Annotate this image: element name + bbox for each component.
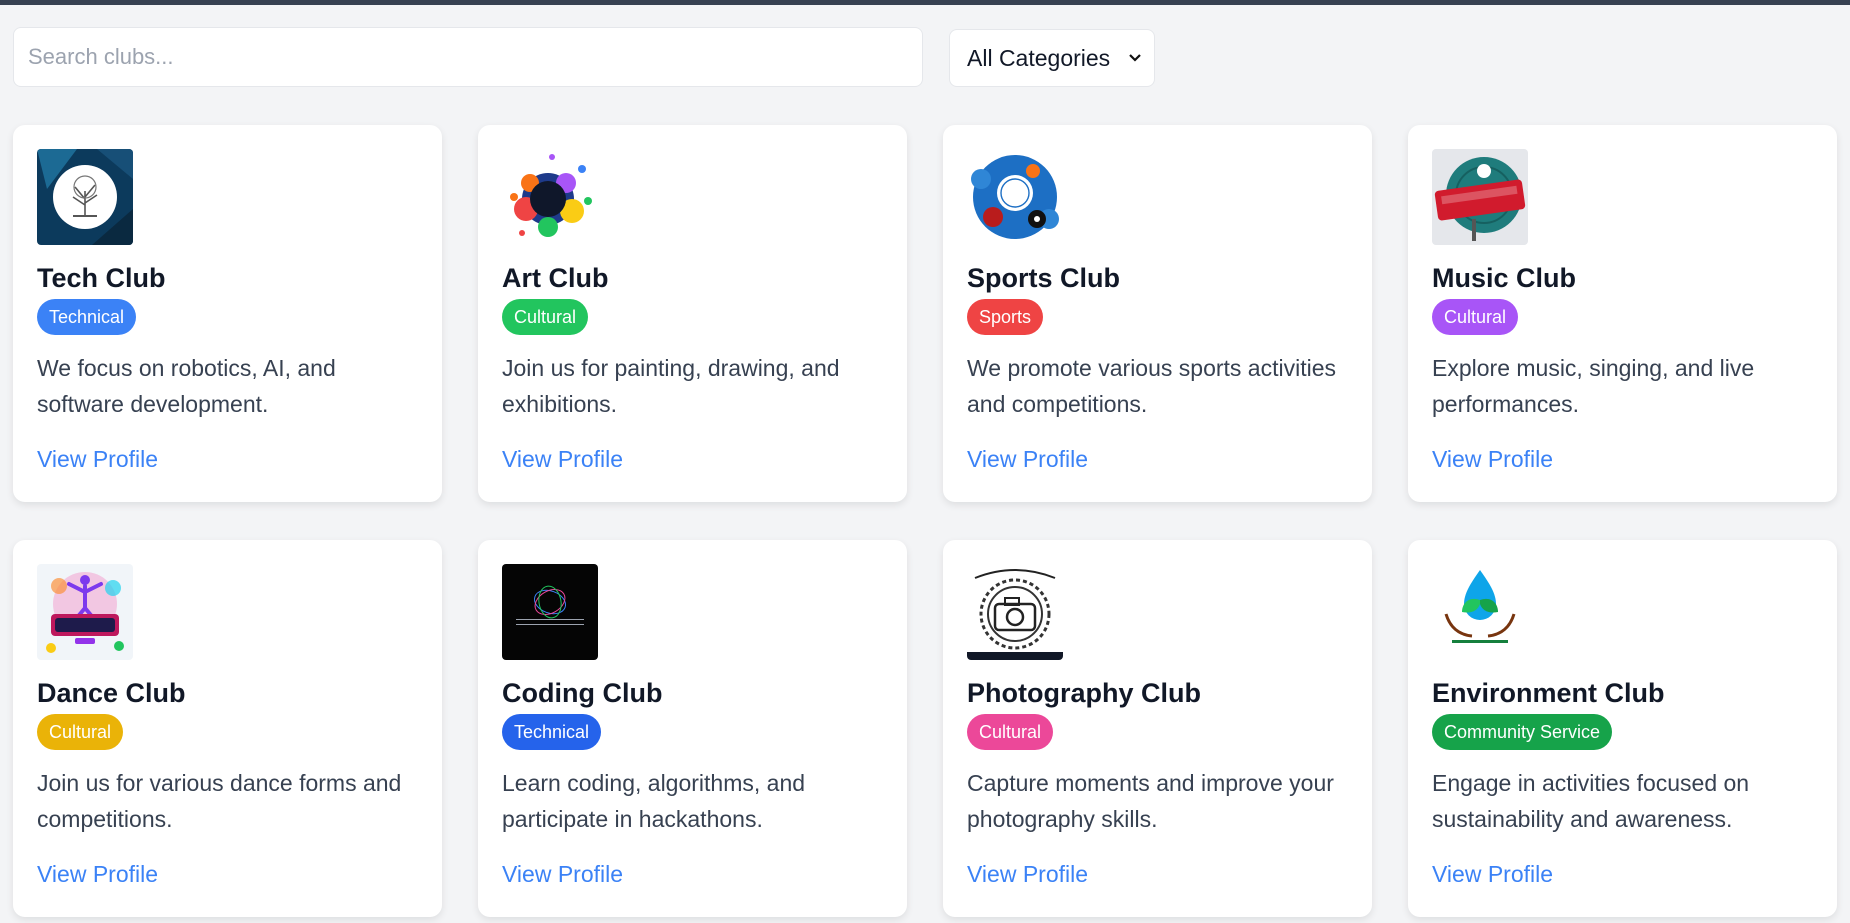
club-description: Join us for painting, drawing, and exhib… [502,355,840,417]
club-card: Art Club Cultural Join us for painting, … [478,125,907,502]
view-profile-link[interactable]: View Profile [967,446,1088,473]
category-select[interactable]: All Categories [949,29,1155,87]
club-card: Photography Club Cultural Capture moment… [943,540,1372,917]
club-name: Music Club [1432,263,1577,293]
category-badge: Cultural [1432,299,1519,335]
club-name: Tech Club [37,263,166,293]
club-name: Environment Club [1432,678,1665,708]
category-badge: Cultural [502,299,589,335]
club-card: Environment Club Community Service Engag… [1408,540,1837,917]
club-description: Capture moments and improve your photogr… [967,770,1334,832]
club-description: We focus on robotics, AI, and software d… [37,355,336,417]
club-card: Tech Club Technical We focus on robotics… [13,125,442,502]
camera-icon [967,564,1063,660]
club-name: Sports Club [967,263,1120,293]
leaf-drop-icon [1432,564,1528,660]
category-badge: Technical [502,714,602,750]
club-name: Photography Club [967,678,1201,708]
dancer-icon [37,564,133,660]
category-badge: Cultural [37,714,124,750]
club-grid: Tech Club Technical We focus on robotics… [13,125,1837,917]
club-description: We promote various sports activities and… [967,355,1336,417]
view-profile-link[interactable]: View Profile [967,861,1088,888]
view-profile-link[interactable]: View Profile [37,446,158,473]
club-card: Dance Club Cultural Join us for various … [13,540,442,917]
paint-splash-icon [502,149,598,245]
category-badge: Technical [37,299,137,335]
search-input[interactable] [13,27,923,87]
top-bar [0,0,1850,5]
category-badge: Cultural [967,714,1054,750]
category-select-value: All Categories [967,44,1111,71]
music-record-icon [1432,149,1528,245]
chevron-down-icon [1129,54,1141,62]
view-profile-link[interactable]: View Profile [1432,446,1553,473]
view-profile-link[interactable]: View Profile [1432,861,1553,888]
category-badge: Sports [967,299,1044,335]
view-profile-link[interactable]: View Profile [502,861,623,888]
view-profile-link[interactable]: View Profile [502,446,623,473]
club-description: Explore music, singing, and live perform… [1432,355,1755,417]
club-card: Coding Club Technical Learn coding, algo… [478,540,907,917]
club-description: Join us for various dance forms and comp… [37,770,402,832]
club-card: Sports Club Sports We promote various sp… [943,125,1372,502]
club-description: Engage in activities focused on sustaina… [1432,770,1750,832]
club-description: Learn coding, algorithms, and participat… [502,770,806,832]
code-icon [502,564,598,660]
club-name: Coding Club [502,678,663,708]
club-card: Music Club Cultural Explore music, singi… [1408,125,1837,502]
club-name: Art Club [502,263,609,293]
tree-icon [37,149,133,245]
category-badge: Community Service [1432,714,1613,750]
view-profile-link[interactable]: View Profile [37,861,158,888]
sports-ball-icon [967,149,1063,245]
club-name: Dance Club [37,678,186,708]
